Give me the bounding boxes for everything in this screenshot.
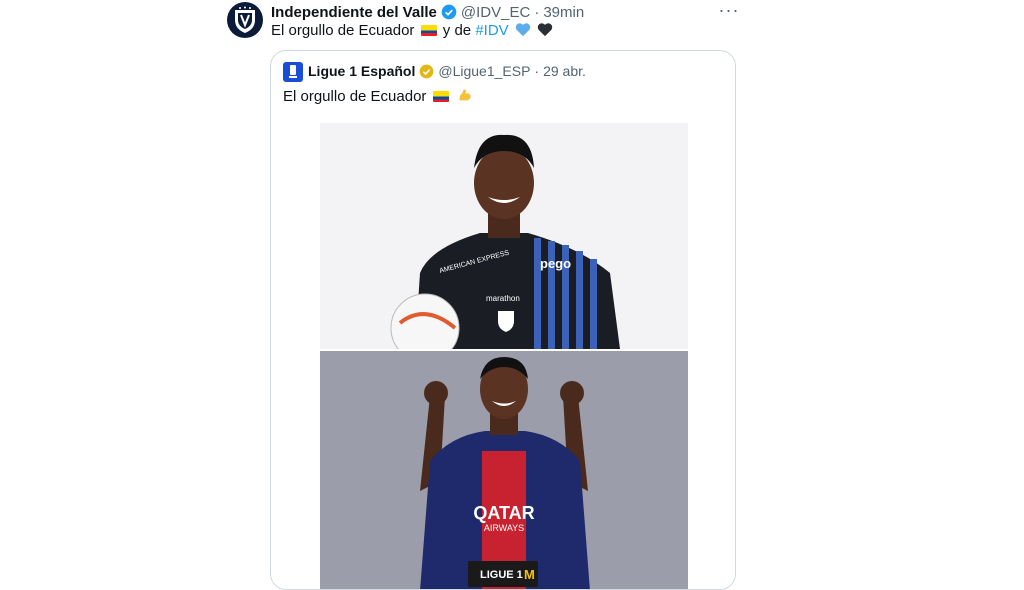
player-photo-idv[interactable]: AMERICAN EXPRESS pego marathon [320,123,688,349]
tweet: Independiente del Valle @IDV_EC · 39min … [0,0,1024,590]
quoted-text-body: El orgullo de Ecuador [283,88,427,105]
quoted-tweet[interactable]: Ligue 1 Español @Ligue1_ESP · 29 abr. El… [270,50,736,590]
black-heart-icon [537,23,553,37]
svg-text:M: M [524,567,535,582]
photo1-sponsor-text: pego [540,256,571,271]
flexed-biceps-icon [459,89,471,101]
quoted-text: El orgullo de Ecuador [283,87,473,107]
tweet-text-part1: El orgullo de Ecuador [271,22,415,39]
photo1-brand-text: marathon [486,294,520,303]
player-photo-psg[interactable]: QATAR AIRWAYS LIGUE 1 M [320,351,688,589]
tweet-header: Independiente del Valle @IDV_EC · 39min [271,2,584,22]
tweet-text: El orgullo de Ecuador y de #IDV [271,21,553,41]
ecuador-flag-icon [432,91,449,102]
blue-heart-icon [515,23,531,37]
ligue1-logo-icon[interactable] [283,62,303,82]
author-avatar[interactable] [227,2,263,38]
author-name[interactable]: Independiente del Valle [271,4,437,21]
tweet-text-part2: y de [442,22,472,39]
separator: · [534,3,540,21]
separator: · [534,63,540,79]
quoted-author-name[interactable]: Ligue 1 Español [308,63,415,79]
tweet-time[interactable]: 39min [543,4,584,21]
hashtag-link[interactable]: #IDV [475,22,508,39]
photo2-badge-text: LIGUE 1 [480,569,523,581]
ecuador-flag-icon [420,25,437,36]
verified-badge-icon [441,4,457,20]
photo2-sponsor-line2: AIRWAYS [484,523,524,533]
author-handle[interactable]: @IDV_EC [461,4,530,21]
club-crest-icon [235,6,255,33]
quoted-header: Ligue 1 Español @Ligue1_ESP · 29 abr. [308,63,586,79]
more-options-icon[interactable]: ··· [718,0,740,20]
quoted-date[interactable]: 29 abr. [543,63,586,79]
photo2-sponsor-line1: QATAR [473,503,534,523]
gold-verified-badge-icon [419,64,434,79]
quoted-handle[interactable]: @Ligue1_ESP [438,63,530,79]
